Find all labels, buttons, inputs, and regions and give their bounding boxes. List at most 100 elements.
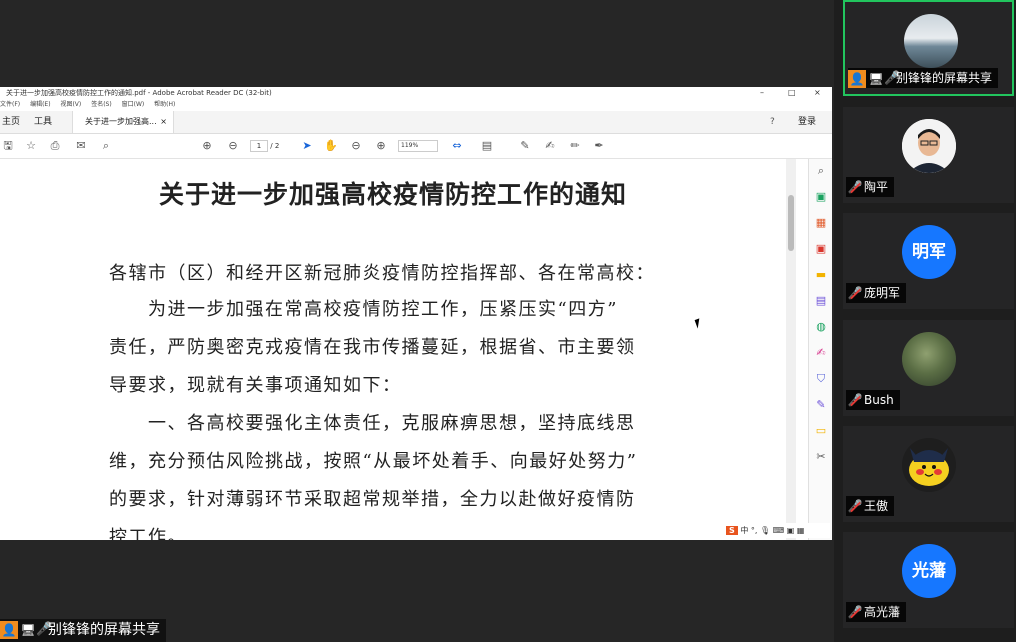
ime-skin-icon[interactable]: ▣ xyxy=(787,526,795,535)
organize-pages-icon[interactable]: ▦ xyxy=(813,215,829,231)
participant-tile[interactable]: 🎤 王傲 xyxy=(843,426,1014,522)
avatar xyxy=(904,14,958,68)
participant-nameplate: 👤 🖥🎤别锋锋的屏幕共享 xyxy=(848,68,999,88)
fit-page-icon[interactable]: ⇔ xyxy=(450,138,464,154)
person-icon: 👤 xyxy=(848,69,866,88)
window-title: 关于进一步加强高校疫情防控工作的通知.pdf - Adobe Acrobat R… xyxy=(6,89,272,97)
zoom-out-icon[interactable]: ⊖ xyxy=(349,138,363,154)
create-pdf-icon[interactable]: ▣ xyxy=(813,241,829,257)
zoom-select[interactable]: 119% xyxy=(398,140,438,152)
mic-on-icon: 🎤 xyxy=(36,622,53,637)
avatar xyxy=(902,332,956,386)
participant-list: 👤 🖥🎤别锋锋的屏幕共享 🎤 陶平 明军 🎤 庞明军 🎤 Bush 🎤 王傲 光… xyxy=(834,0,1016,642)
menu-view[interactable]: 视图(V) xyxy=(60,101,81,108)
page-down-icon[interactable]: ⊖ xyxy=(226,138,240,154)
menu-bar: 文件(F) 编辑(E) 视图(V) 签名(S) 窗口(W) 帮助(H) xyxy=(0,99,832,110)
save-icon[interactable]: 🖫 xyxy=(1,138,15,154)
doc-line: 为进一步加强在常高校疫情防控工作，压紧压实“四方” xyxy=(109,299,618,320)
star-icon[interactable]: ☆ xyxy=(24,138,38,154)
menu-edit[interactable]: 编辑(E) xyxy=(30,101,50,108)
protect-icon[interactable]: ⛉ xyxy=(813,371,829,387)
maximize-button[interactable]: □ xyxy=(788,87,796,99)
participant-name: 王傲 xyxy=(864,499,889,513)
screen-share-icon: 🖥 xyxy=(20,623,36,637)
participant-tile[interactable]: 🎤 Bush xyxy=(843,320,1014,416)
person-photo-icon xyxy=(902,119,956,173)
select-cursor-icon[interactable]: ➤ xyxy=(300,138,314,154)
mic-on-icon: 🎤 xyxy=(884,70,901,86)
stamp-icon[interactable]: ▭ xyxy=(813,423,829,439)
comment-tool-icon[interactable]: ▬ xyxy=(813,267,829,283)
signin-button[interactable]: 登录 xyxy=(798,111,816,133)
fill-sign-icon[interactable]: ✒ xyxy=(592,138,606,154)
combine-icon[interactable]: ▤ xyxy=(813,293,829,309)
tab-close-icon[interactable]: × xyxy=(160,111,167,133)
ime-menu-icon[interactable]: ▦ xyxy=(797,526,805,535)
participant-nameplate: 🎤 高光藩 xyxy=(846,602,907,622)
sign-tool-icon[interactable]: ✍ xyxy=(813,345,829,361)
ime-punct-icon[interactable]: °, xyxy=(751,526,758,535)
hand-tool-icon[interactable]: ✋ xyxy=(324,138,338,154)
zoom-in-icon[interactable]: ⊕ xyxy=(374,138,388,154)
more-tools-icon[interactable]: ✂ xyxy=(813,449,829,465)
page-total: / 2 xyxy=(270,142,280,150)
scrollbar-thumb[interactable] xyxy=(788,195,794,251)
ime-mic-icon[interactable]: 🎙 xyxy=(760,526,770,535)
avatar xyxy=(902,438,956,492)
menu-sign[interactable]: 签名(S) xyxy=(91,101,112,108)
tab-home[interactable]: 主页 xyxy=(2,111,20,133)
document-view[interactable]: 关于进一步加强高校疫情防控工作的通知 各辖市（区）和经开区新冠肺炎疫情防控指挥部… xyxy=(0,159,808,540)
avatar-initials: 光藩 xyxy=(912,561,946,581)
minimize-button[interactable]: – xyxy=(760,87,764,99)
tab-tools[interactable]: 工具 xyxy=(34,111,52,133)
page-up-icon[interactable]: ⊕ xyxy=(200,138,214,154)
mic-muted-icon: 🎤 xyxy=(846,602,864,622)
menu-help[interactable]: 帮助(H) xyxy=(154,101,175,108)
compress-icon[interactable]: ◍ xyxy=(813,319,829,335)
doc-line: 的要求，针对薄弱环节采取超常规举措，全力以赴做好疫情防 xyxy=(109,489,636,510)
mail-icon[interactable]: ✉ xyxy=(74,138,88,154)
doc-line: 责任，严防奥密克戎疫情在我市传播蔓延，根据省、市主要领 xyxy=(109,337,636,358)
participant-nameplate: 🎤 庞明军 xyxy=(846,283,907,303)
avatar: 明军 xyxy=(902,225,956,279)
participant-nameplate: 🎤 Bush xyxy=(846,390,900,410)
toolbar: 🖫 ☆ ⎙ ✉ ⌕ ⊕ ⊖ 1 / 2 ➤ ✋ ⊖ ⊕ 119% ⇔ ▤ ✎ ✍… xyxy=(0,134,832,159)
close-window-button[interactable]: × xyxy=(814,87,821,99)
highlight-icon[interactable]: ✍ xyxy=(543,138,557,154)
edit-pdf-icon[interactable]: ✎ xyxy=(813,397,829,413)
participant-name: 陶平 xyxy=(864,180,889,194)
participant-tile[interactable]: 光藩 🎤 高光藩 xyxy=(843,532,1014,628)
print-icon[interactable]: ⎙ xyxy=(48,138,62,154)
help-icon[interactable]: ? xyxy=(770,111,775,133)
avatar xyxy=(902,119,956,173)
tab-bar: 主页 工具 关于进一步加强高... × ? 登录 xyxy=(0,111,832,134)
doc-line: 一、各高校要强化主体责任，克服麻痹思想，坚持底线思 xyxy=(109,413,636,434)
participant-nameplate: 🎤 王傲 xyxy=(846,496,895,516)
comment-icon[interactable]: ✎ xyxy=(518,138,532,154)
screen-share-icon: 🖥 xyxy=(868,71,884,86)
ime-keyboard-icon[interactable]: ⌨ xyxy=(773,526,785,535)
find-icon[interactable]: ⌕ xyxy=(99,138,113,154)
page-indicator: 1 / 2 xyxy=(250,140,279,152)
sharer-name: 别锋锋的屏幕共享 xyxy=(48,622,160,638)
mic-muted-icon: 🎤 xyxy=(846,177,864,197)
zoom-tool-icon[interactable]: ⌕ xyxy=(813,163,829,179)
participant-name: 别锋锋的屏幕共享 xyxy=(896,71,993,85)
participant-tile[interactable]: 明军 🎤 庞明军 xyxy=(843,213,1014,309)
ime-toolbar[interactable]: S 中 °, 🎙 ⌨ ▣ ▦ xyxy=(726,523,830,538)
doc-line: 各辖市（区）和经开区新冠肺炎疫情防控指挥部、各在常高校： xyxy=(109,263,655,284)
ime-mode[interactable]: 中 xyxy=(740,526,748,535)
menu-window[interactable]: 窗口(W) xyxy=(122,101,145,108)
draw-icon[interactable]: ✏ xyxy=(568,138,582,154)
scroll-mode-icon[interactable]: ▤ xyxy=(480,138,494,154)
vertical-scrollbar[interactable] xyxy=(786,159,796,540)
doc-line: 导要求，现就有关事项通知如下： xyxy=(109,375,402,396)
page-input[interactable]: 1 xyxy=(250,140,268,152)
sharer-label: 👤 🖥🎤别锋锋的屏幕共享 xyxy=(0,619,166,642)
menu-file[interactable]: 文件(F) xyxy=(0,101,20,108)
participant-tile[interactable]: 👤 🖥🎤别锋锋的屏幕共享 xyxy=(843,0,1014,96)
participant-tile[interactable]: 🎤 陶平 xyxy=(843,107,1014,203)
mic-muted-icon: 🎤 xyxy=(846,390,864,410)
export-pdf-icon[interactable]: ▣ xyxy=(813,189,829,205)
tab-document[interactable]: 关于进一步加强高... × xyxy=(72,111,174,133)
